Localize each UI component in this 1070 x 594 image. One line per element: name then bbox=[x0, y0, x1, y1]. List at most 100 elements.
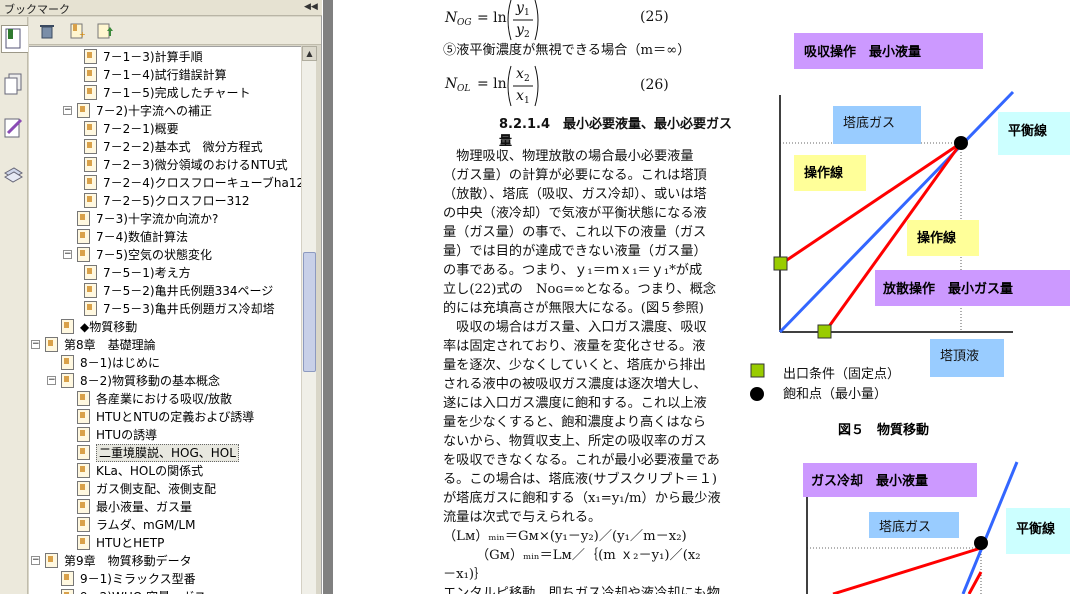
bookmark-item[interactable]: ◆物質移動 bbox=[29, 318, 301, 336]
collapse-toggle-icon[interactable]: − bbox=[63, 106, 72, 115]
legend-square-icon bbox=[750, 363, 765, 378]
bookmark-item[interactable]: ガス側支配、液側支配 bbox=[29, 480, 301, 498]
collapse-panel-button[interactable]: ◀◀ bbox=[304, 2, 318, 12]
bookmark-icon bbox=[77, 103, 90, 118]
bookmark-item[interactable]: 各産業における吸収/放散 bbox=[29, 390, 301, 408]
document-page: N OG = ln y 1 y 2 (25) ⑤液平衡濃度が無視できる場合（m＝… bbox=[333, 0, 1070, 594]
bookmark-item[interactable]: 7－4)数値計算法 bbox=[29, 228, 301, 246]
fig6-tower-bottom-gas: 塔底ガス bbox=[879, 520, 932, 535]
svg-text:+: + bbox=[79, 30, 86, 39]
bookmark-icon bbox=[77, 211, 90, 226]
bookmark-label: 第8章 基礎理論 bbox=[64, 338, 156, 352]
bookmark-icon bbox=[61, 319, 74, 334]
bookmark-toolbar: + bbox=[29, 17, 321, 45]
fig5-operating-box-2: 操作線 bbox=[907, 220, 979, 256]
bookmark-item[interactable]: − 7－2)十字流への補正 bbox=[29, 102, 301, 120]
bookmark-item[interactable]: 7－2－4)クロスフローキューブha12,tw1 bbox=[29, 174, 301, 192]
bookmark-item[interactable]: 7－5－3)亀井氏例題ガス冷却塔 bbox=[29, 300, 301, 318]
bookmark-item[interactable]: 7－5－2)亀井氏例題334ページ bbox=[29, 282, 301, 300]
bookmark-item[interactable]: 7－2－1)概要 bbox=[29, 120, 301, 138]
collapse-toggle-icon[interactable]: − bbox=[63, 250, 72, 259]
bookmark-icon bbox=[84, 301, 97, 316]
fig5-desorption-title: 放散操作 最小ガス量 bbox=[883, 282, 1014, 297]
bookmark-item[interactable]: 7－1－5)完成したチャート bbox=[29, 84, 301, 102]
bookmark-icon bbox=[45, 553, 58, 568]
bookmark-icon bbox=[77, 463, 90, 478]
bookmark-icon bbox=[84, 265, 97, 280]
bookmark-item[interactable]: KLa、HOLの関係式 bbox=[29, 462, 301, 480]
pages-tab[interactable] bbox=[2, 71, 26, 99]
bookmark-label: 9－1)ミラックス型番 bbox=[80, 572, 196, 586]
bookmark-icon bbox=[84, 139, 97, 154]
fig5-saturation-point bbox=[954, 136, 968, 150]
bookmark-label: HTUとNTUの定義および誘導 bbox=[96, 410, 255, 424]
bookmark-item[interactable]: − 7－5)空気の状態変化 bbox=[29, 246, 301, 264]
bookmark-label: 7－2－2)基本式 微分方程式 bbox=[103, 140, 263, 154]
fig5-tower-bottom-gas-box: 塔底ガス bbox=[833, 106, 921, 144]
bookmark-item[interactable]: ラムダ、mGM/LM bbox=[29, 516, 301, 534]
fig5-title: 吸収操作 最小液量 bbox=[804, 45, 922, 60]
bookmark-icon bbox=[84, 121, 97, 136]
fig5-operating-label-1: 操作線 bbox=[804, 166, 844, 181]
bookmark-icon bbox=[77, 409, 90, 424]
bookmark-item[interactable]: 7－1－4)試行錯誤計算 bbox=[29, 66, 301, 84]
legend-saturation-point: 飽和点（最小量） bbox=[783, 387, 888, 402]
expand-bookmark-button[interactable] bbox=[95, 22, 115, 40]
delete-bookmark-button[interactable] bbox=[37, 22, 57, 40]
collapse-toggle-icon[interactable]: − bbox=[31, 340, 40, 349]
fig6-equilibrium-label: 平衡線 bbox=[1016, 522, 1056, 537]
bookmark-item[interactable]: − 第8章 基礎理論 bbox=[29, 336, 301, 354]
bookmark-icon bbox=[84, 85, 97, 100]
collapse-toggle-icon[interactable]: − bbox=[47, 376, 56, 385]
bookmark-item[interactable]: 9－2)WHO 容量・ガス bbox=[29, 588, 301, 594]
bookmark-icon bbox=[77, 481, 90, 496]
pages-icon bbox=[4, 73, 22, 95]
bookmark-label: 7－2－5)クロスフロー312 bbox=[103, 194, 250, 208]
bookmark-item[interactable]: 7－2－5)クロスフロー312 bbox=[29, 192, 301, 210]
bookmark-item[interactable]: HTUとHETP bbox=[29, 534, 301, 552]
bookmark-item[interactable]: 9－1)ミラックス型番 bbox=[29, 570, 301, 588]
bookmark-icon bbox=[77, 427, 90, 442]
bookmark-tree: 7－1－3)計算手順 7－1－4)試行錯誤計算 7－1－5)完成したチャート − 7－2… bbox=[29, 46, 301, 594]
bookmark-item[interactable]: 7－2－3)微分領域のおけるNTU式 bbox=[29, 156, 301, 174]
bookmark-label: 7－3)十字流か向流か? bbox=[96, 212, 219, 226]
fig5-fixed-point-1 bbox=[773, 256, 788, 271]
bookmark-item[interactable]: HTUとNTUの定義および誘導 bbox=[29, 408, 301, 426]
bookmark-label: 7－1－3)計算手順 bbox=[103, 50, 203, 64]
signatures-tab[interactable] bbox=[2, 115, 26, 143]
scroll-up-icon[interactable]: ▲ bbox=[302, 46, 317, 61]
bookmark-icon bbox=[77, 247, 90, 262]
fig6-saturation-point bbox=[974, 536, 988, 550]
bookmark-icon bbox=[77, 499, 90, 514]
bookmark-label: 7－5－2)亀井氏例題334ページ bbox=[103, 284, 274, 298]
bookmark-panel-title: ブックマーク bbox=[4, 3, 70, 16]
bookmark-item[interactable]: 7－1－3)計算手順 bbox=[29, 48, 301, 66]
fig6-title-box: ガス冷却 最小液量 bbox=[803, 463, 977, 497]
bookmarks-tab[interactable] bbox=[1, 25, 28, 53]
fig6-title: ガス冷却 最小液量 bbox=[811, 474, 929, 489]
collapse-toggle-icon[interactable]: − bbox=[31, 556, 40, 565]
layers-tab[interactable] bbox=[2, 159, 26, 187]
bookmark-item[interactable]: − 第9章 物質移動データ bbox=[29, 552, 301, 570]
legend-circle-icon bbox=[750, 387, 764, 401]
bookmark-item[interactable]: 7－3)十字流か向流か? bbox=[29, 210, 301, 228]
bookmark-panel-header: ブックマーク ◀◀ bbox=[0, 0, 322, 16]
bookmark-label: 7－1－5)完成したチャート bbox=[103, 86, 251, 100]
new-bookmark-button[interactable]: + bbox=[67, 22, 87, 40]
fig6-operating-line-1 bbox=[832, 546, 982, 594]
bookmark-item[interactable]: HTUの誘導 bbox=[29, 426, 301, 444]
bookmark-item[interactable]: 7－5－1)考え方 bbox=[29, 264, 301, 282]
bookmark-item[interactable]: 最小液量、ガス量 bbox=[29, 498, 301, 516]
bookmark-label: HTUの誘導 bbox=[96, 428, 158, 442]
navigation-tabs bbox=[0, 17, 28, 594]
bookmark-icon bbox=[84, 193, 97, 208]
bookmark-label: 7－5)空気の状態変化 bbox=[96, 248, 212, 262]
scrollbar-thumb[interactable] bbox=[303, 252, 316, 372]
bookmark-item[interactable]: 二重境膜説、HOG、HOL bbox=[29, 444, 301, 462]
bookmark-item[interactable]: 8－1)はじめに bbox=[29, 354, 301, 372]
bookmark-item[interactable]: − 8－2)物質移動の基本概念 bbox=[29, 372, 301, 390]
bookmark-icon bbox=[77, 391, 90, 406]
bookmark-item[interactable]: 7－2－2)基本式 微分方程式 bbox=[29, 138, 301, 156]
bookmark-scrollbar[interactable]: ▲ bbox=[301, 46, 317, 594]
bookmarks-icon bbox=[5, 28, 21, 49]
